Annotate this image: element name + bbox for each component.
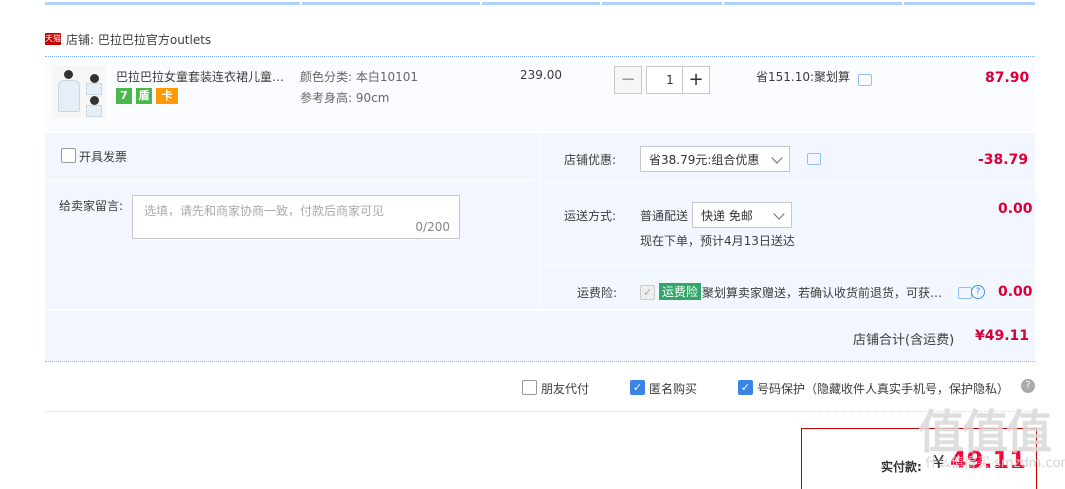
seller-message-field[interactable]: 选填，请先和商家协商一致，付款后商家可见 0/200 <box>132 195 460 239</box>
qty-plus-button[interactable]: + <box>682 66 710 94</box>
guarantee-icon[interactable]: 盾 <box>136 88 152 104</box>
item-thumbnail[interactable] <box>52 66 106 118</box>
message-placeholder: 选填，请先和商家协商一致，付款后商家可见 <box>144 204 385 218</box>
chat-icon[interactable] <box>807 153 821 165</box>
invoice-label: 开具发票 <box>79 150 128 164</box>
chat-icon[interactable] <box>858 74 872 86</box>
friend-pay-checkbox[interactable] <box>522 380 537 395</box>
divider <box>45 180 539 181</box>
item-subtotal: 87.90 <box>985 70 1030 86</box>
shop-name-link[interactable]: 店铺: 巴拉巴拉官方outlets <box>66 31 211 48</box>
chat-icon[interactable] <box>958 287 972 299</box>
chevron-down-icon <box>771 152 783 164</box>
chevron-down-icon <box>773 208 785 220</box>
insurance-text: 聚划算卖家赠送，若确认收货前退货，可获… <box>702 286 942 300</box>
divider <box>539 182 1035 183</box>
number-protect-label: 号码保护（隐藏收件人真实手机号，保护隐私） <box>757 382 1010 396</box>
shipping-select[interactable]: 快递 免邮 <box>692 202 792 228</box>
pay-label: 实付款: <box>881 460 922 474</box>
shipping-amount: 0.00 <box>998 201 1033 217</box>
seven-day-return-icon[interactable]: 7 <box>116 88 132 104</box>
invoice-checkbox[interactable] <box>61 148 76 163</box>
message-counter: 0/200 <box>415 220 450 234</box>
shipping-label: 运送方式: <box>564 209 617 223</box>
question-icon[interactable]: ? <box>971 285 985 299</box>
insurance-checkbox: ✓ <box>640 285 655 300</box>
store-total-label: 店铺合计(含运费) <box>853 333 955 348</box>
shipping-method: 普通配送 <box>640 209 689 223</box>
item-height: 参考身高: 90cm <box>300 91 390 105</box>
divider <box>45 361 1035 362</box>
divider <box>539 265 1035 266</box>
insurance-label: 运费险: <box>577 286 618 300</box>
table-header-strip <box>45 2 1035 5</box>
shipping-selected: 快递 免邮 <box>701 209 753 223</box>
message-label: 给卖家留言: <box>59 199 124 213</box>
insurance-tag: 运费险 <box>659 283 702 300</box>
discount-select[interactable]: 省38.79元:组合优惠 <box>640 146 790 172</box>
watermark-text: 什么值得买 smzdm.com <box>925 456 1065 471</box>
discount-label: 店铺优惠: <box>564 153 617 167</box>
divider <box>45 411 1035 412</box>
discount-selected: 省38.79元:组合优惠 <box>649 153 760 167</box>
credit-card-icon[interactable]: 卡 <box>156 88 178 104</box>
divider <box>539 133 540 309</box>
number-protect-checkbox[interactable]: ✓ <box>738 380 753 395</box>
qty-minus-button[interactable]: − <box>614 66 642 94</box>
anonymous-checkbox[interactable]: ✓ <box>630 380 645 395</box>
friend-pay-label: 朋友代付 <box>541 382 590 396</box>
item-color: 颜色分类: 本白10101 <box>300 70 419 84</box>
item-title-link[interactable]: 巴拉巴拉女童套装连衣裙儿童裙子夏装 <box>116 68 296 85</box>
help-icon[interactable]: ? <box>1021 379 1035 393</box>
shipping-eta: 现在下单，预计4月13日送达 <box>640 234 795 248</box>
unit-price: 239.00 <box>520 68 562 82</box>
discount-amount: -38.79 <box>978 152 1029 168</box>
tmall-badge-icon: 天猫 <box>45 33 61 45</box>
anonymous-label: 匿名购买 <box>649 382 698 396</box>
insurance-amount: 0.00 <box>998 284 1033 300</box>
saving-text: 省151.10:聚划算 <box>756 70 851 84</box>
store-total-amount: ¥49.11 <box>975 328 1030 344</box>
